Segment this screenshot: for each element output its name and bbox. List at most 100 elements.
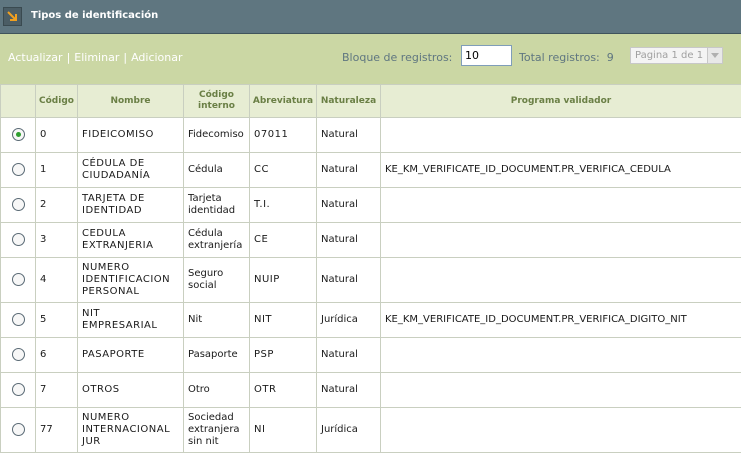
codigo-cell: 2 [35, 187, 78, 223]
toolbar: Actualizar | Eliminar | Adicionar Bloque de … [0, 34, 741, 84]
naturaleza-cell: Natural [316, 187, 381, 223]
total-registros: Total registros: 9 [519, 51, 614, 64]
column-header-nombre[interactable]: Nombre [77, 84, 184, 118]
programa-validador-cell [380, 337, 741, 373]
abreviatura-cell: PSP [249, 337, 317, 373]
codigo-cell: 4 [35, 257, 78, 303]
row-radio-button[interactable] [11, 233, 25, 247]
codigo-interno-cell: Otro [183, 372, 250, 408]
nombre-cell: NUMERO IDENTIFICACION PERSONAL [77, 257, 184, 303]
naturaleza-cell: Natural [316, 337, 381, 373]
chevron-down-icon[interactable] [707, 48, 722, 63]
codigo-interno-cell: Seguro social [183, 257, 250, 303]
table-row[interactable]: 4 NUMERO IDENTIFICACION PERSONAL Seguro so… [0, 257, 741, 303]
table-row[interactable]: 6 PASAPORTE Pasaporte PSP Natural [0, 337, 741, 373]
nombre-cell: CEDULA EXTRANJERIA [77, 222, 184, 258]
page-select[interactable]: Pagina 1 de 1 [630, 47, 723, 64]
abreviatura-cell: NI [249, 407, 317, 453]
codigo-cell: 5 [35, 302, 78, 338]
row-radio-button[interactable] [11, 273, 25, 287]
codigo-interno-cell: Fidecomiso [183, 117, 250, 153]
actualizar-link[interactable]: Actualizar [8, 51, 63, 64]
separator: | [123, 51, 128, 64]
column-header-codigo-interno[interactable]: Código interno [183, 84, 250, 118]
table-row[interactable]: 3 CEDULA EXTRANJERIA Cédula extranjería CE N… [0, 222, 741, 258]
row-select-cell [0, 302, 36, 338]
total-registros-label: Total registros: [519, 51, 600, 64]
table-header-row: Código Nombre Código interno Abreviatura… [0, 84, 741, 118]
table-row[interactable]: 2 TARJETA DE IDENTIDAD Tarjeta identidad T.… [0, 187, 741, 223]
abreviatura-cell: CC [249, 152, 317, 188]
eliminar-link[interactable]: Eliminar [74, 51, 119, 64]
total-registros-value: 9 [606, 51, 614, 64]
programa-validador-cell [380, 407, 741, 453]
nombre-cell: OTROS [77, 372, 184, 408]
abreviatura-cell: NUIP [249, 257, 317, 303]
nombre-cell: NUMERO INTERNACIONAL JUR [77, 407, 184, 453]
codigo-cell: 3 [35, 222, 78, 258]
column-header-abreviatura[interactable]: Abreviatura [249, 84, 317, 118]
row-radio-button[interactable] [11, 163, 25, 177]
row-select-cell [0, 187, 36, 223]
row-radio-button[interactable] [11, 383, 25, 397]
row-radio-button[interactable] [11, 128, 25, 142]
programa-validador-cell: KE_KM_VERIFICATE_ID_DOCUMENT.PR_VERIFICA… [380, 152, 741, 188]
row-radio-button[interactable] [11, 348, 25, 362]
column-header-naturaleza[interactable]: Naturaleza [316, 84, 381, 118]
abreviatura-cell: T.I. [249, 187, 317, 223]
row-radio-button[interactable] [11, 198, 25, 212]
codigo-cell: 7 [35, 372, 78, 408]
column-header-select [0, 84, 36, 118]
bloque-registros-input[interactable] [461, 45, 512, 66]
nombre-cell: TARJETA DE IDENTIDAD [77, 187, 184, 223]
abreviatura-cell: 07011 [249, 117, 317, 153]
naturaleza-cell: Natural [316, 222, 381, 258]
row-select-cell [0, 372, 36, 408]
window-title: Tipos de identificación [31, 10, 159, 21]
collapse-arrow-icon[interactable] [3, 7, 22, 26]
column-header-programa-validador[interactable]: Programa validador [380, 84, 741, 118]
nombre-cell: PASAPORTE [77, 337, 184, 373]
codigo-interno-cell: Tarjeta identidad [183, 187, 250, 223]
table-row[interactable]: 0 FIDEICOMISO Fidecomiso 07011 Natural [0, 117, 741, 153]
row-select-cell [0, 337, 36, 373]
table-row[interactable]: 77 NUMERO INTERNACIONAL JUR Sociedad extra… [0, 407, 741, 453]
programa-validador-cell: KE_KM_VERIFICATE_ID_DOCUMENT.PR_VERIFICA… [380, 302, 741, 338]
row-select-cell [0, 222, 36, 258]
table-row[interactable]: 7 OTROS Otro OTR Natural [0, 372, 741, 408]
naturaleza-cell: Natural [316, 257, 381, 303]
row-radio-button[interactable] [11, 423, 25, 437]
programa-validador-cell [380, 257, 741, 303]
codigo-interno-cell: Pasaporte [183, 337, 250, 373]
abreviatura-cell: CE [249, 222, 317, 258]
codigo-cell: 1 [35, 152, 78, 188]
codigo-cell: 6 [35, 337, 78, 373]
naturaleza-cell: Jurídica [316, 302, 381, 338]
table-row[interactable]: 5 NIT EMPRESARIAL Nit NIT Jurídica KE_KM_VERI… [0, 302, 741, 338]
row-select-cell [0, 152, 36, 188]
table-row[interactable]: 1 CÉDULA DE CIUDADANÍA Cédula CC Natural KE_K… [0, 152, 741, 188]
adicionar-link[interactable]: Adicionar [131, 51, 182, 64]
codigo-interno-cell: Cédula extranjería [183, 222, 250, 258]
column-header-codigo[interactable]: Código [35, 84, 78, 118]
naturaleza-cell: Natural [316, 117, 381, 153]
programa-validador-cell [380, 222, 741, 258]
nombre-cell: FIDEICOMISO [77, 117, 184, 153]
codigo-cell: 77 [35, 407, 78, 453]
naturaleza-cell: Natural [316, 372, 381, 408]
page-select-value: Pagina 1 de 1 [635, 50, 704, 61]
naturaleza-cell: Natural [316, 152, 381, 188]
programa-validador-cell [380, 372, 741, 408]
programa-validador-cell [380, 187, 741, 223]
row-radio-button[interactable] [11, 313, 25, 327]
bloque-registros-label: Bloque de registros: [342, 51, 453, 64]
abreviatura-cell: NIT [249, 302, 317, 338]
codigo-cell: 0 [35, 117, 78, 153]
nombre-cell: CÉDULA DE CIUDADANÍA [77, 152, 184, 188]
codigo-interno-cell: Cédula [183, 152, 250, 188]
nombre-cell: NIT EMPRESARIAL [77, 302, 184, 338]
row-select-cell [0, 257, 36, 303]
abreviatura-cell: OTR [249, 372, 317, 408]
codigo-interno-cell: Sociedad extranjera sin nit [183, 407, 250, 453]
codigo-interno-cell: Nit [183, 302, 250, 338]
